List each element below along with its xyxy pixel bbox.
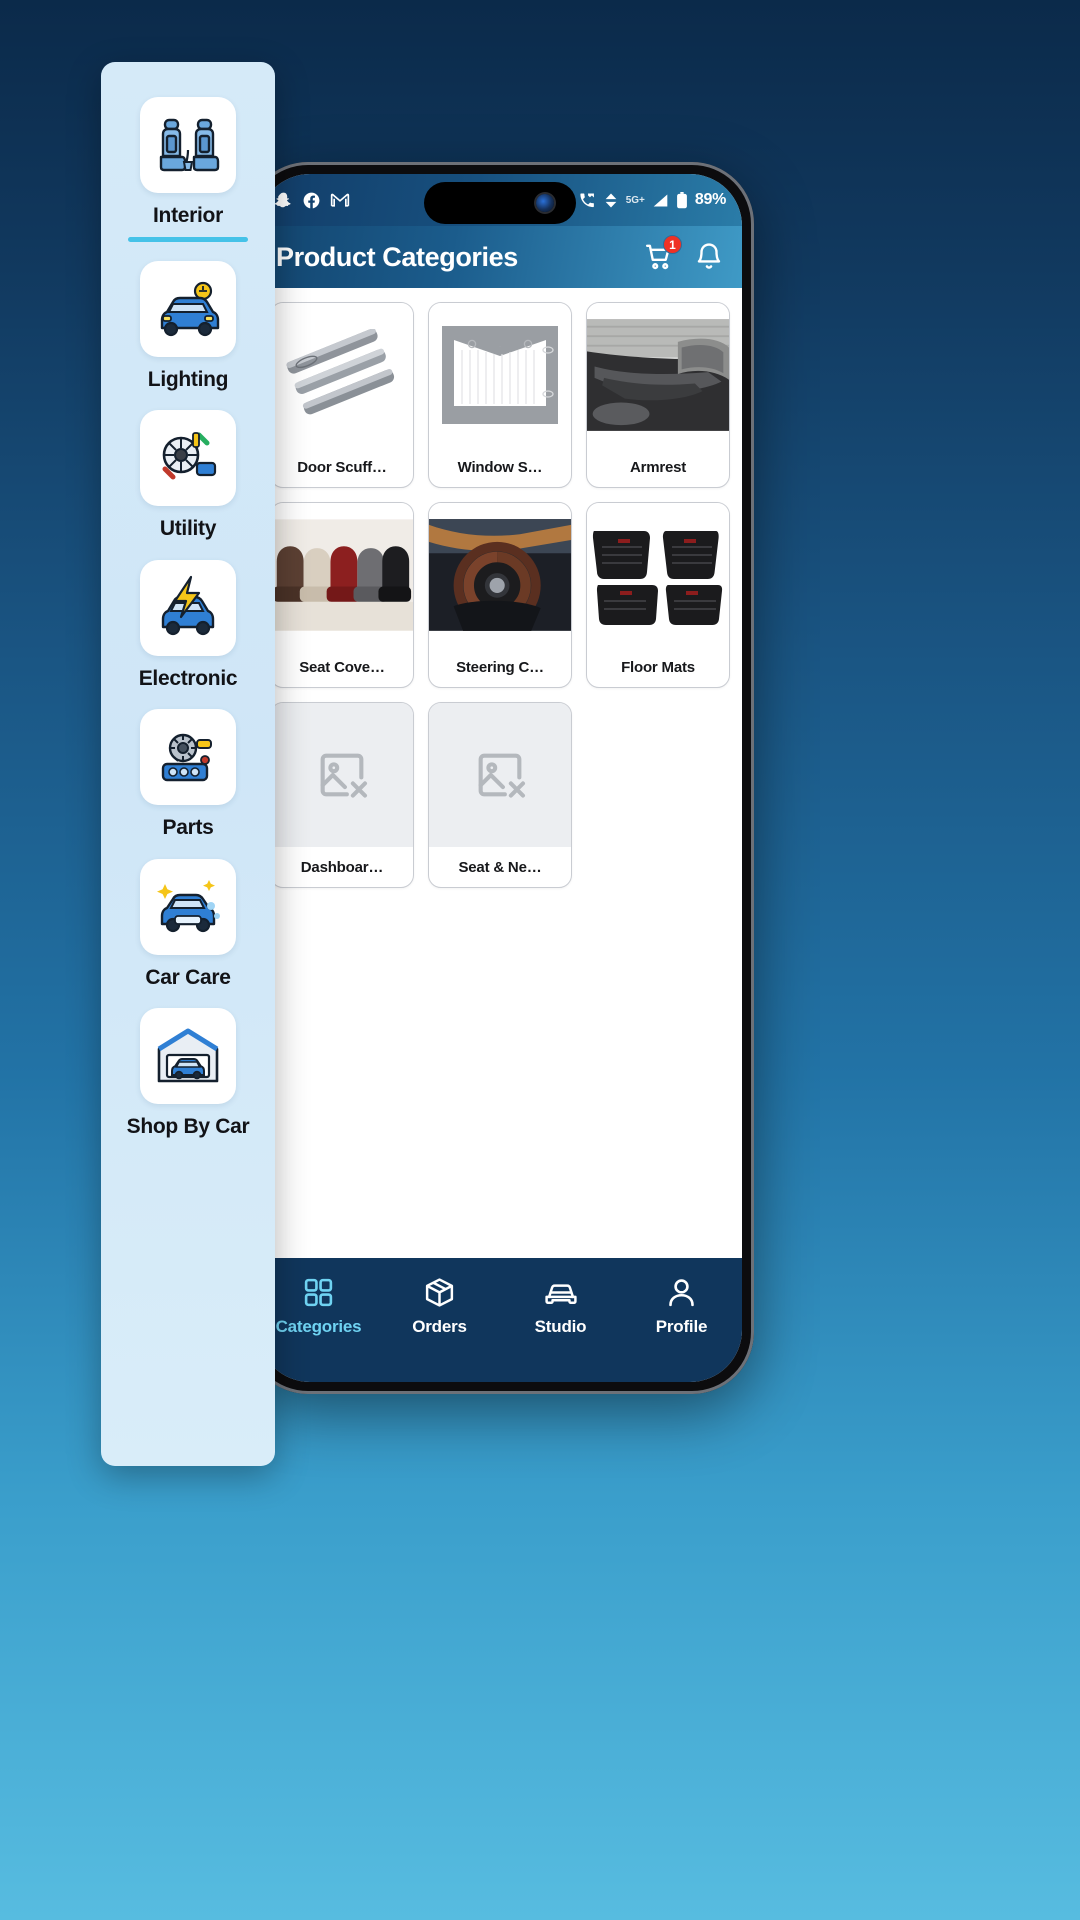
sidebar-item-label: Interior [153,204,223,227]
sidebar-item-label: Shop By Car [126,1115,250,1139]
sidebar-item-label: Parts [162,816,214,840]
cart-badge: 1 [663,235,682,254]
gmail-icon [330,192,350,208]
product-label: Seat Cove… [299,658,385,676]
sidebar-item-label: Utility [159,517,217,541]
product-label: Door Scuff… [297,458,387,476]
product-label: Dashboar… [300,858,384,876]
car-electric-bolt-icon [140,559,236,656]
broken-image-icon [429,703,571,847]
broken-image-icon [271,703,413,847]
product-label: Window S… [457,458,543,476]
signal-icon [652,193,669,208]
door-scuff-plates-image [271,303,413,447]
status-bar: 5G+ 89% [258,174,742,226]
product-card[interactable]: Seat & Ne… [428,702,572,888]
product-label: Steering C… [456,658,544,676]
dynamic-island [424,182,576,224]
product-grid-container: Door Scuff… Window S… Armrest Seat Cove…… [258,288,742,1258]
category-sidebar: Interior Lighting Utility Electronic Par… [101,62,275,1466]
armrest-image [587,303,729,447]
product-card[interactable]: Dashboar… [270,702,414,888]
sidebar-item-utility[interactable]: Utility [101,403,275,547]
car-seats-icon [140,97,236,193]
sidebar-item-shop-by-car[interactable]: Shop By Car [101,1001,275,1145]
product-card[interactable]: Door Scuff… [270,302,414,488]
garage-car-icon [140,1008,236,1105]
product-card[interactable]: Seat Cove… [270,502,414,688]
status-bar-left [274,191,350,210]
nav-item-profile[interactable]: Profile [621,1276,742,1337]
product-label: Armrest [629,458,687,476]
nav-item-orders[interactable]: Orders [379,1276,500,1337]
header-actions: 1 [644,235,724,272]
cart-button[interactable]: 1 [644,235,682,272]
floor-mats-image [587,503,729,647]
nav-label: Categories [275,1317,362,1336]
sidebar-item-lighting[interactable]: Lighting [101,254,275,398]
tools-wheel-icon [140,410,236,507]
nav-label: Profile [655,1317,708,1336]
nav-item-categories[interactable]: Categories [258,1276,379,1337]
facebook-icon [302,191,321,210]
bottom-navigation: Categories Orders Studio Profile [258,1258,742,1382]
snapchat-icon [274,191,293,210]
car-headlight-icon [140,260,236,357]
sidebar-item-interior[interactable]: Interior [101,90,275,248]
product-card[interactable]: Armrest [586,302,730,488]
sidebar-item-electronic[interactable]: Electronic [101,553,275,697]
notifications-button[interactable] [694,242,724,272]
car-wash-icon [140,858,236,955]
battery-percentage: 89% [694,191,726,208]
phone-screen: 5G+ 89% Product Categories 1 Door Scuff…… [258,174,742,1382]
window-sunshade-image [429,303,571,447]
product-card[interactable]: Floor Mats [586,502,730,688]
page-title: Product Categories [276,241,518,272]
nav-label: Studio [534,1317,587,1336]
sidebar-item-parts[interactable]: Parts [101,702,275,846]
engine-parts-icon [140,709,236,806]
data-transfer-icon [603,192,619,209]
product-label: Floor Mats [621,658,695,676]
product-card[interactable]: Window S… [428,302,572,488]
sidebar-item-label: Lighting [147,367,229,391]
battery-icon [676,191,688,209]
screen-root: 5G+ 89% Product Categories 1 Door Scuff…… [0,0,1080,1920]
sidebar-item-car-care[interactable]: Car Care [101,852,275,996]
network-label: 5G+ [625,194,645,206]
product-grid: Door Scuff… Window S… Armrest Seat Cove…… [270,302,730,888]
status-bar-right: 5G+ 89% [554,191,726,209]
product-card[interactable]: Steering C… [428,502,572,688]
phone-mockup: 5G+ 89% Product Categories 1 Door Scuff…… [246,162,754,1394]
product-label: Seat & Ne… [458,858,542,876]
app-header: Product Categories 1 [258,226,742,288]
sidebar-item-label: Car Care [145,965,231,989]
sidebar-active-indicator [128,236,248,242]
missed-call-icon [578,192,596,209]
steering-cover-image [429,503,571,647]
seat-covers-image [271,503,413,647]
nav-item-studio[interactable]: Studio [500,1276,621,1337]
sidebar-item-label: Electronic [138,666,238,690]
front-camera-icon [536,194,554,212]
nav-label: Orders [412,1317,467,1336]
